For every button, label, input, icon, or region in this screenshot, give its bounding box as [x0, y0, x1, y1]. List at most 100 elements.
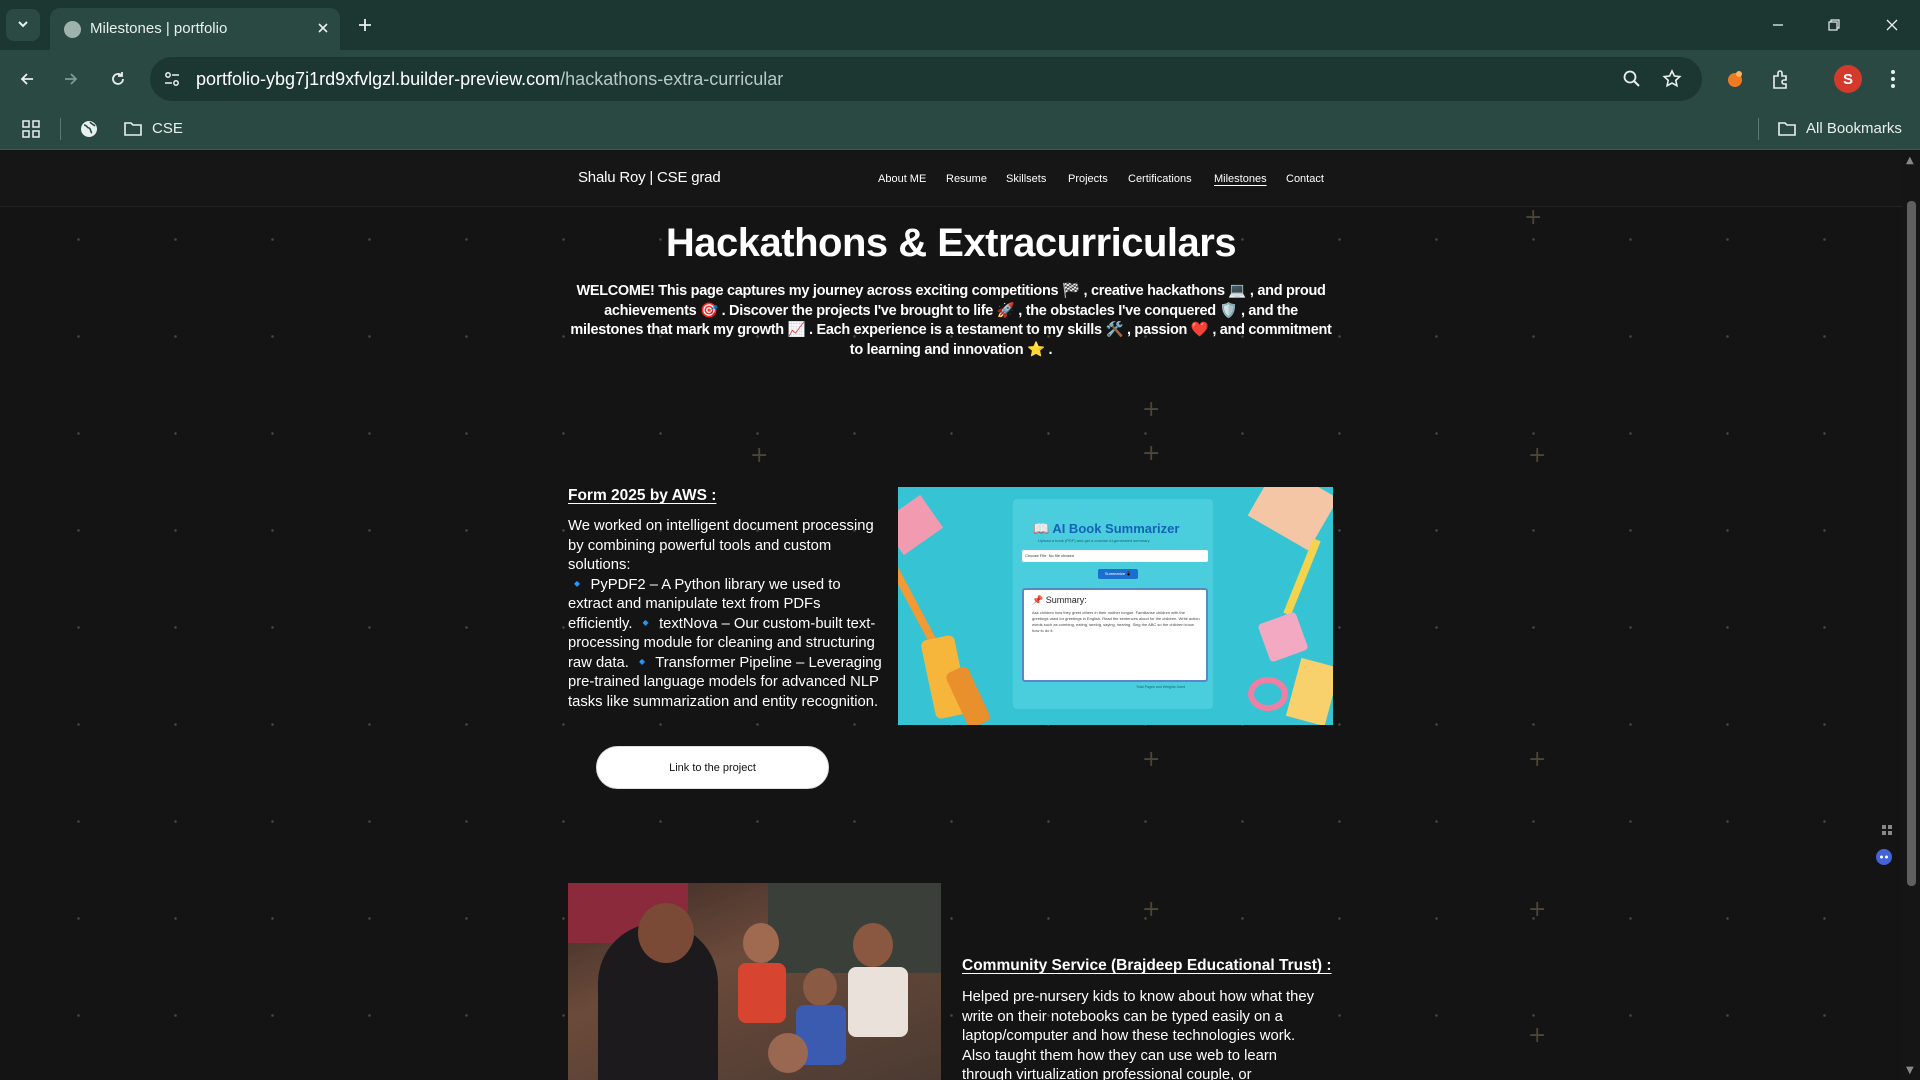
photo-chalkboard [768, 883, 941, 973]
bookmark-star-button[interactable] [1658, 65, 1686, 93]
active-tab[interactable]: Milestones | portfolio [50, 8, 340, 50]
close-window-button[interactable] [1872, 10, 1912, 40]
background-plus-icon: + [1528, 897, 1547, 922]
nav-about-me[interactable]: About ME [878, 173, 926, 185]
bookmarks-divider [1758, 118, 1759, 140]
photo-child-head [743, 923, 779, 963]
close-icon [1886, 19, 1898, 31]
restore-icon [1828, 19, 1840, 31]
minimize-button[interactable] [1758, 10, 1798, 40]
app-subtitle: Upload a book (PDF) and get a concise AI… [1038, 538, 1150, 543]
photo-child-head [768, 1033, 808, 1073]
summary-box: 📌 Summary: Ask children how they greet o… [1022, 588, 1208, 682]
background-plus-icon: + [1142, 441, 1161, 466]
nav-milestones[interactable]: Milestones [1214, 173, 1267, 185]
arrow-left-icon [20, 73, 33, 85]
forward-button[interactable] [56, 64, 86, 94]
tune-icon[interactable] [160, 67, 184, 91]
nav-resume[interactable]: Resume [946, 173, 987, 185]
folder-icon[interactable] [120, 116, 146, 142]
profile-avatar[interactable]: S [1834, 65, 1862, 93]
summary-label: 📌 Summary: [1032, 595, 1087, 605]
background-plus-icon: + [1142, 397, 1161, 422]
decor-paper [1285, 657, 1333, 725]
bookmark-folder-cse[interactable]: CSE [152, 120, 183, 137]
chevron-down-icon [16, 16, 30, 35]
scroll-up-icon[interactable]: ▲ [1906, 155, 1916, 166]
photo-child [848, 967, 908, 1037]
background-plus-icon: + [1142, 747, 1161, 772]
puzzle-icon[interactable] [1766, 64, 1796, 94]
kebab-menu-icon[interactable] [1878, 64, 1908, 94]
bookmarks-bar: CSE All Bookmarks [0, 108, 1920, 150]
grid-widget-icon[interactable] [1877, 820, 1897, 840]
intro-paragraph: WELCOME! This page captures my journey a… [570, 283, 1332, 358]
url-domain: portfolio-ybg7j1rd9xfvlgzl.builder-previ… [196, 69, 561, 89]
tab-strip: Milestones | portfolio [0, 0, 1920, 50]
all-bookmarks[interactable]: All Bookmarks [1806, 120, 1902, 137]
url-text[interactable]: portfolio-ybg7j1rd9xfvlgzl.builder-previ… [196, 69, 783, 90]
url-path: /hackathons-extra-curricular [560, 69, 784, 89]
decor-eraser [1257, 611, 1309, 663]
community-service-photo [568, 883, 941, 1080]
background-plus-icon: + [750, 443, 769, 468]
project-screenshot-image: 📖 AI Book Summarizer Upload a book (PDF)… [898, 487, 1333, 725]
minimize-icon [1773, 24, 1783, 26]
nav-skillsets[interactable]: Skillsets [1006, 173, 1046, 185]
nav-contact[interactable]: Contact [1286, 173, 1324, 185]
arrow-right-icon [65, 73, 78, 85]
summarize-button: Summarize 📱 [1098, 569, 1138, 579]
choose-file-button: Choose File [1025, 553, 1047, 558]
address-bar[interactable]: portfolio-ybg7j1rd9xfvlgzl.builder-previ… [150, 57, 1702, 101]
nav-certifications[interactable]: Certifications [1128, 173, 1192, 185]
background-plus-icon: + [1528, 1023, 1547, 1048]
project-link-button[interactable]: Link to the project [596, 746, 829, 789]
file-status: No file chosen [1048, 553, 1074, 558]
zoom-button[interactable] [1618, 65, 1646, 93]
page-title: Hackathons & Extracurriculars [665, 221, 1237, 265]
aws-section-body: We worked on intelligent document proces… [568, 518, 882, 710]
restore-button[interactable] [1814, 10, 1854, 40]
bookmarks-divider [60, 118, 61, 140]
app-title: 📖 AI Book Summarizer [1033, 521, 1180, 536]
decor-scissors [1248, 677, 1288, 711]
community-section-title: Community Service (Brajdeep Educational … [962, 957, 1332, 974]
new-tab-button[interactable] [352, 12, 378, 38]
photo-child-head [853, 923, 893, 967]
globe-icon[interactable] [76, 116, 102, 142]
aws-section-title: Form 2025 by AWS : [568, 487, 717, 504]
tab-close-button[interactable] [312, 17, 334, 39]
community-section-body: Helped pre-nursery kids to know about ho… [962, 989, 1319, 1080]
background-plus-icon: + [1528, 443, 1547, 468]
site-brand[interactable]: Shalu Roy | CSE grad [578, 169, 721, 186]
file-input-row: Choose File No file chosen [1022, 550, 1208, 562]
reload-icon [112, 72, 124, 85]
summary-text: Ask children how they greet others in th… [1032, 610, 1200, 633]
chat-bot-icon[interactable] [1874, 847, 1894, 867]
decor-pencil [1283, 538, 1321, 616]
reload-button[interactable] [103, 64, 133, 94]
site-navbar: Shalu Roy | CSE grad About ME Resume Ski… [0, 151, 1902, 207]
photo-child-head [803, 968, 837, 1006]
star-icon [1662, 69, 1682, 88]
tab-favicon-icon [64, 21, 81, 38]
background-plus-icon: + [1528, 747, 1547, 772]
search-icon [1623, 70, 1640, 87]
tab-list-button[interactable] [6, 9, 40, 41]
scroll-thumb[interactable] [1907, 201, 1916, 886]
apps-grid-icon[interactable] [18, 116, 44, 142]
folder-icon[interactable] [1774, 116, 1800, 142]
image-credit: Total Pages and Weights Used [1136, 685, 1186, 689]
background-plus-icon: + [1142, 897, 1161, 922]
plus-icon [359, 19, 371, 31]
back-button[interactable] [12, 64, 42, 94]
nav-projects[interactable]: Projects [1068, 173, 1108, 185]
decor-sticky-note [898, 494, 944, 556]
page-scrollbar[interactable]: ▲ ▼ [1902, 151, 1920, 1080]
extension-icon[interactable] [1720, 64, 1750, 94]
close-icon [318, 23, 328, 33]
photo-teacher-head [638, 903, 694, 963]
scroll-down-icon[interactable]: ▼ [1906, 1065, 1916, 1076]
browser-toolbar: portfolio-ybg7j1rd9xfvlgzl.builder-previ… [0, 50, 1920, 108]
tab-title: Milestones | portfolio [90, 20, 228, 37]
